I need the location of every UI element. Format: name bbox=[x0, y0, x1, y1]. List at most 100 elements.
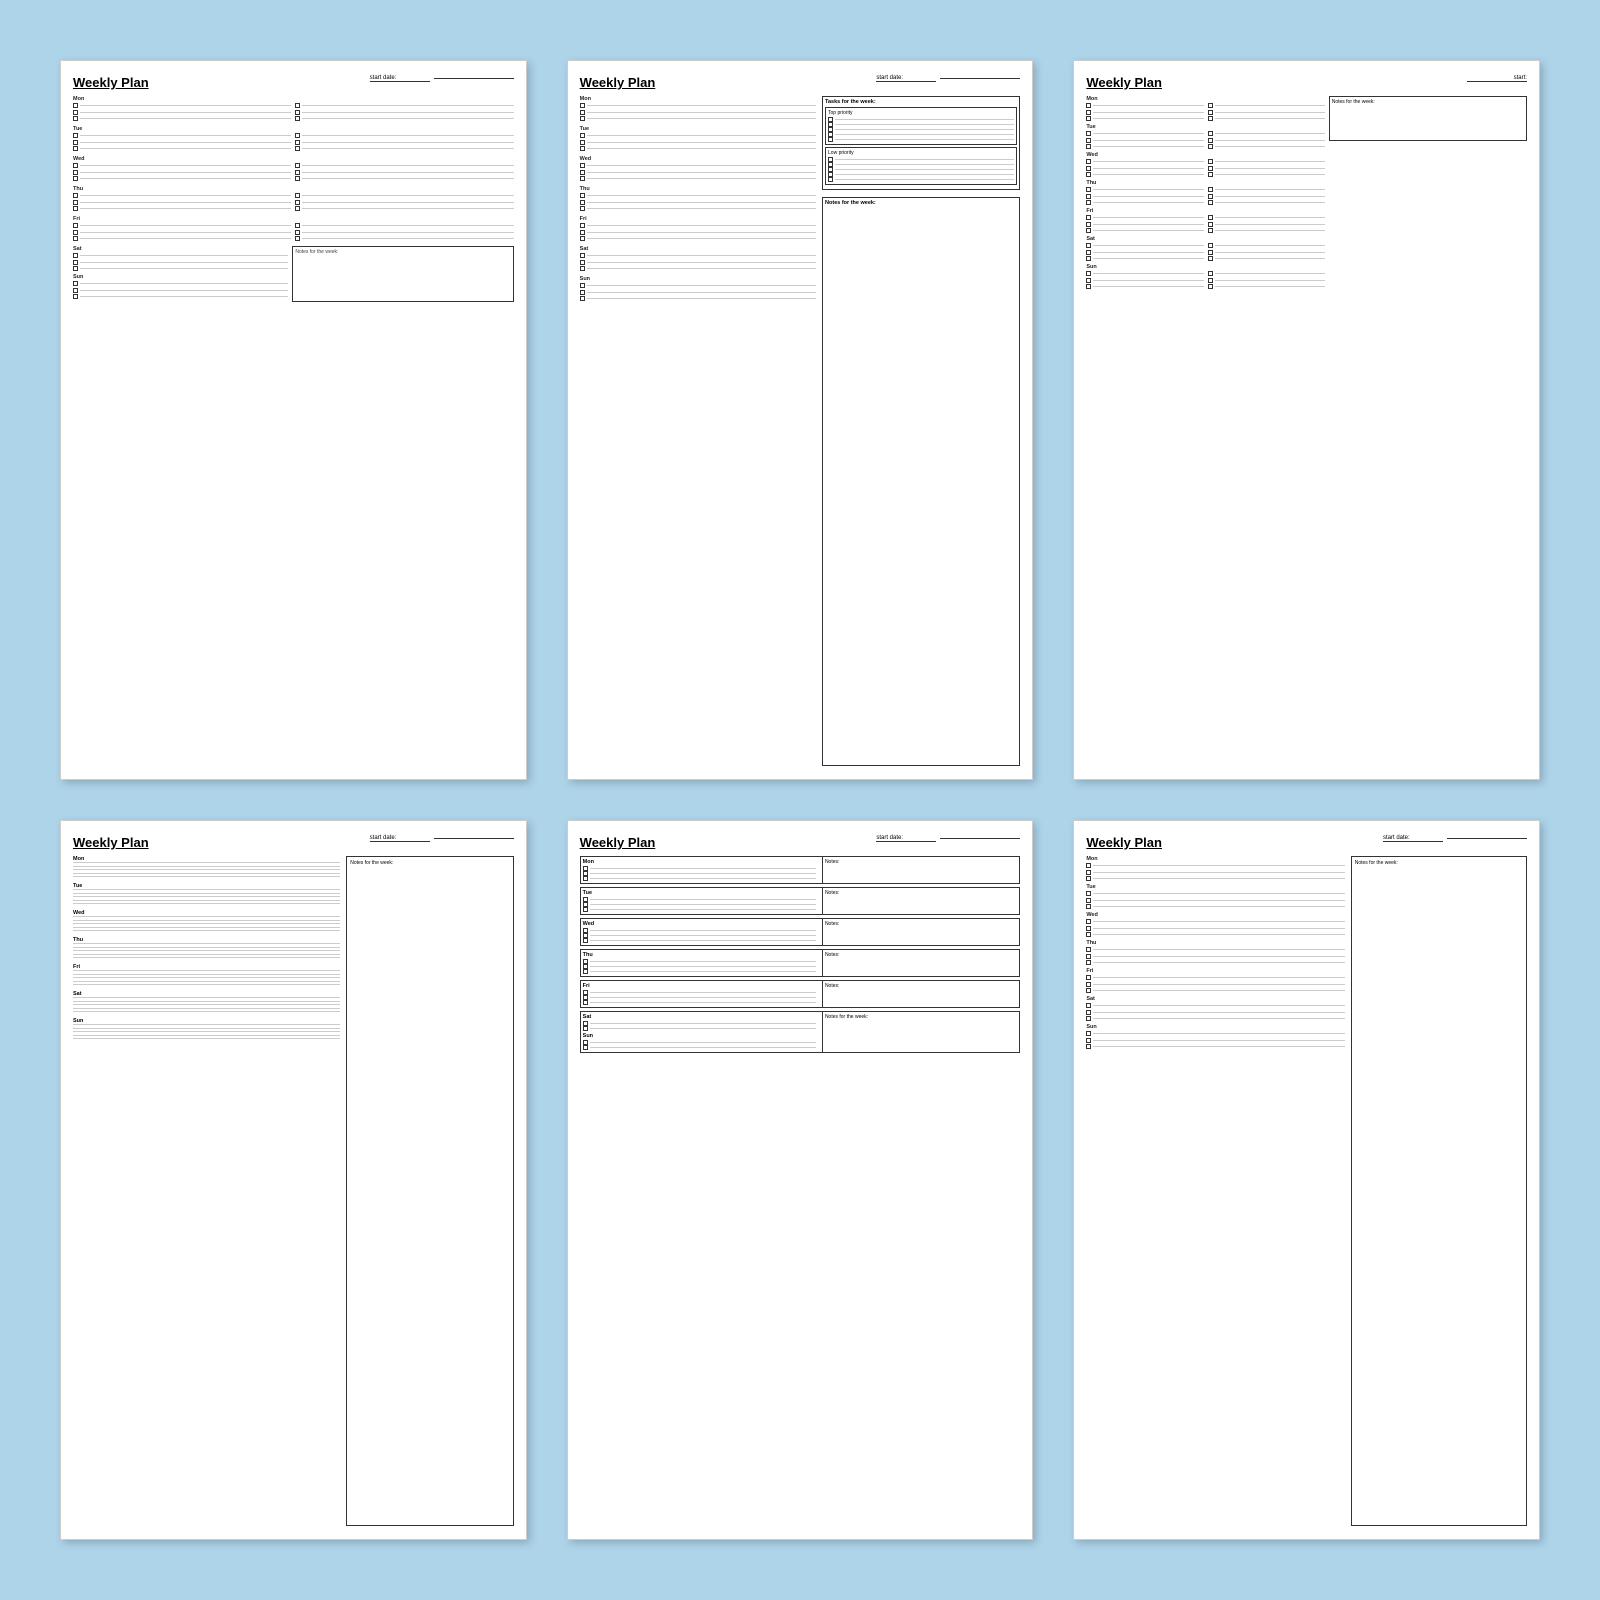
checkbox[interactable] bbox=[580, 116, 585, 121]
checkbox[interactable] bbox=[580, 200, 585, 205]
checkbox[interactable] bbox=[1086, 982, 1091, 987]
checkbox[interactable] bbox=[1086, 975, 1091, 980]
checkbox[interactable] bbox=[580, 223, 585, 228]
checkbox[interactable] bbox=[295, 223, 300, 228]
checkbox[interactable] bbox=[580, 296, 585, 301]
checkbox[interactable] bbox=[73, 176, 78, 181]
checkbox[interactable] bbox=[1086, 932, 1091, 937]
checkbox[interactable] bbox=[1208, 131, 1213, 136]
checkbox[interactable] bbox=[73, 266, 78, 271]
checkbox[interactable] bbox=[1086, 222, 1091, 227]
checkbox[interactable] bbox=[1086, 271, 1091, 276]
checkbox[interactable] bbox=[1086, 187, 1091, 192]
checkbox[interactable] bbox=[73, 140, 78, 145]
checkbox[interactable] bbox=[583, 907, 588, 912]
checkbox[interactable] bbox=[295, 146, 300, 151]
checkbox[interactable] bbox=[1086, 215, 1091, 220]
checkbox[interactable] bbox=[1086, 904, 1091, 909]
checkbox[interactable] bbox=[73, 110, 78, 115]
checkbox[interactable] bbox=[580, 140, 585, 145]
checkbox[interactable] bbox=[295, 103, 300, 108]
checkbox[interactable] bbox=[1086, 919, 1091, 924]
checkbox[interactable] bbox=[1086, 194, 1091, 199]
checkbox[interactable] bbox=[583, 1045, 588, 1050]
checkbox[interactable] bbox=[73, 163, 78, 168]
checkbox[interactable] bbox=[1208, 215, 1213, 220]
checkbox[interactable] bbox=[73, 230, 78, 235]
checkbox[interactable] bbox=[580, 283, 585, 288]
checkbox[interactable] bbox=[295, 116, 300, 121]
checkbox[interactable] bbox=[73, 103, 78, 108]
checkbox[interactable] bbox=[1208, 256, 1213, 261]
checkbox[interactable] bbox=[1086, 116, 1091, 121]
checkbox[interactable] bbox=[295, 140, 300, 145]
checkbox[interactable] bbox=[1208, 194, 1213, 199]
checkbox[interactable] bbox=[295, 170, 300, 175]
checkbox[interactable] bbox=[1086, 863, 1091, 868]
checkbox[interactable] bbox=[1086, 1044, 1091, 1049]
checkbox[interactable] bbox=[1086, 144, 1091, 149]
checkbox[interactable] bbox=[73, 236, 78, 241]
checkbox[interactable] bbox=[1086, 876, 1091, 881]
checkbox[interactable] bbox=[73, 253, 78, 258]
checkbox[interactable] bbox=[73, 288, 78, 293]
checkbox[interactable] bbox=[295, 230, 300, 235]
checkbox[interactable] bbox=[580, 253, 585, 258]
checkbox[interactable] bbox=[580, 193, 585, 198]
checkbox[interactable] bbox=[1086, 988, 1091, 993]
checkbox[interactable] bbox=[1086, 954, 1091, 959]
checkbox[interactable] bbox=[583, 1000, 588, 1005]
checkbox[interactable] bbox=[1208, 271, 1213, 276]
checkbox[interactable] bbox=[580, 103, 585, 108]
checkbox[interactable] bbox=[580, 266, 585, 271]
checkbox[interactable] bbox=[73, 281, 78, 286]
checkbox[interactable] bbox=[1086, 172, 1091, 177]
checkbox[interactable] bbox=[583, 876, 588, 881]
checkbox[interactable] bbox=[1086, 159, 1091, 164]
checkbox[interactable] bbox=[1208, 144, 1213, 149]
checkbox[interactable] bbox=[1086, 228, 1091, 233]
checkbox[interactable] bbox=[1208, 138, 1213, 143]
checkbox[interactable] bbox=[1086, 278, 1091, 283]
checkbox[interactable] bbox=[1086, 250, 1091, 255]
checkbox[interactable] bbox=[1086, 166, 1091, 171]
checkbox[interactable] bbox=[580, 146, 585, 151]
checkbox[interactable] bbox=[295, 133, 300, 138]
checkbox[interactable] bbox=[73, 223, 78, 228]
checkbox[interactable] bbox=[295, 200, 300, 205]
checkbox[interactable] bbox=[1208, 172, 1213, 177]
checkbox[interactable] bbox=[73, 260, 78, 265]
checkbox[interactable] bbox=[1086, 1010, 1091, 1015]
checkbox[interactable] bbox=[1086, 898, 1091, 903]
checkbox[interactable] bbox=[1086, 926, 1091, 931]
checkbox[interactable] bbox=[1086, 110, 1091, 115]
checkbox[interactable] bbox=[1086, 891, 1091, 896]
checkbox[interactable] bbox=[295, 206, 300, 211]
checkbox[interactable] bbox=[828, 177, 833, 182]
checkbox[interactable] bbox=[580, 230, 585, 235]
checkbox[interactable] bbox=[73, 146, 78, 151]
checkbox[interactable] bbox=[295, 163, 300, 168]
checkbox[interactable] bbox=[580, 260, 585, 265]
checkbox[interactable] bbox=[583, 969, 588, 974]
checkbox[interactable] bbox=[295, 236, 300, 241]
checkbox[interactable] bbox=[73, 294, 78, 299]
checkbox[interactable] bbox=[580, 163, 585, 168]
checkbox[interactable] bbox=[295, 110, 300, 115]
checkbox[interactable] bbox=[295, 176, 300, 181]
checkbox[interactable] bbox=[1208, 200, 1213, 205]
checkbox[interactable] bbox=[1086, 870, 1091, 875]
checkbox[interactable] bbox=[1208, 243, 1213, 248]
checkbox[interactable] bbox=[73, 116, 78, 121]
checkbox[interactable] bbox=[73, 193, 78, 198]
checkbox[interactable] bbox=[580, 206, 585, 211]
checkbox[interactable] bbox=[295, 193, 300, 198]
checkbox[interactable] bbox=[1086, 1016, 1091, 1021]
checkbox[interactable] bbox=[1208, 278, 1213, 283]
checkbox[interactable] bbox=[828, 137, 833, 142]
checkbox[interactable] bbox=[583, 938, 588, 943]
checkbox[interactable] bbox=[580, 170, 585, 175]
checkbox[interactable] bbox=[1208, 166, 1213, 171]
checkbox[interactable] bbox=[580, 236, 585, 241]
checkbox[interactable] bbox=[1208, 159, 1213, 164]
